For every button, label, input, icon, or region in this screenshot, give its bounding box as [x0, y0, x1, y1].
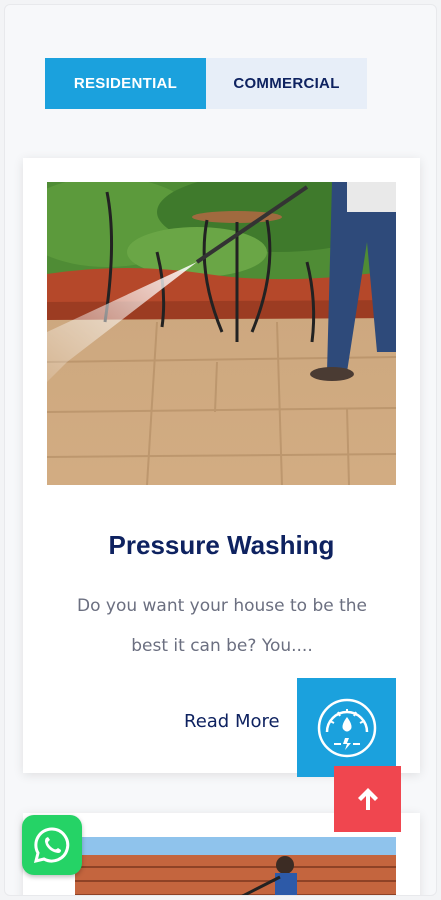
roof-cleaning-image — [75, 837, 396, 895]
service-description: Do you want your house to be the best it… — [76, 596, 368, 656]
read-more-link[interactable]: Read More — [184, 711, 280, 732]
page-frame: RESIDENTIAL COMMERCIAL Pressure Washing … — [0, 0, 441, 900]
arrow-up-icon — [357, 788, 378, 810]
pressure-gauge-icon — [317, 698, 376, 757]
pressure-washing-image — [47, 182, 396, 485]
service-card: Pressure Washing Do you want your house … — [23, 158, 420, 777]
tab-commercial[interactable]: COMMERCIAL — [206, 58, 367, 109]
service-icon-box — [297, 678, 396, 777]
scroll-to-top-button[interactable] — [334, 766, 401, 832]
tab-residential[interactable]: RESIDENTIAL — [45, 58, 206, 109]
service-title: Pressure Washing — [108, 530, 335, 560]
whatsapp-icon — [33, 827, 70, 864]
service-tabs: RESIDENTIAL COMMERCIAL — [45, 58, 367, 109]
services-panel: RESIDENTIAL COMMERCIAL Pressure Washing … — [4, 4, 437, 896]
whatsapp-button[interactable] — [22, 815, 82, 875]
